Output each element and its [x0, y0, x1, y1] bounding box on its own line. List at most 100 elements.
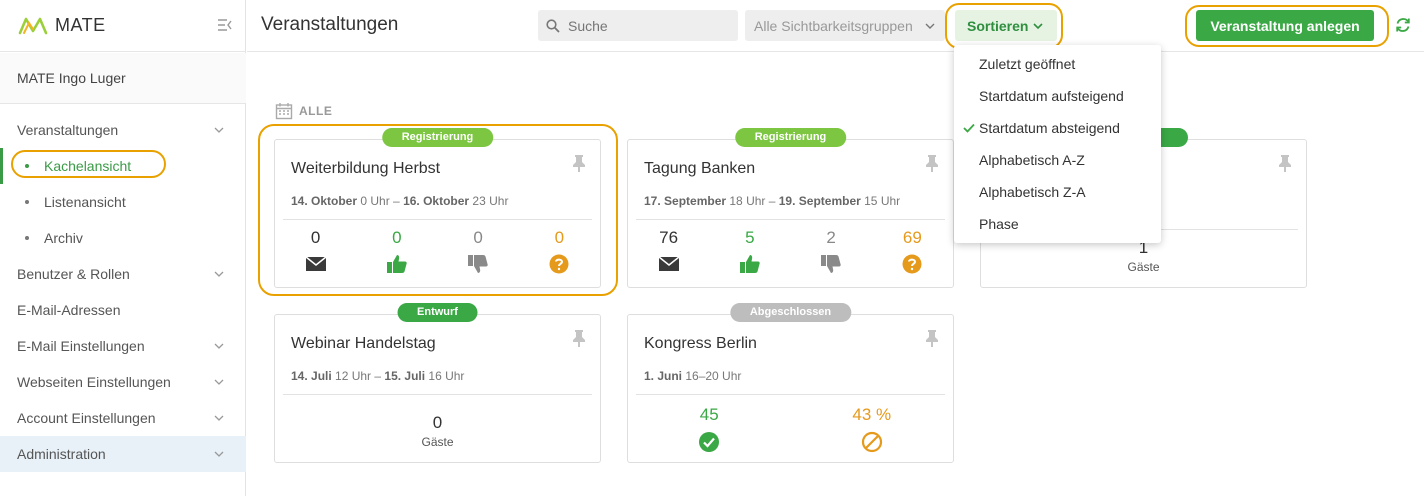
stat-value: 45: [699, 405, 719, 424]
sort-option-start-asc[interactable]: Startdatum aufsteigend: [954, 80, 1161, 112]
stat-pending[interactable]: 0: [519, 228, 600, 274]
pin-icon[interactable]: [572, 329, 586, 347]
event-dates: 14. Oktober 0 Uhr – 16. Oktober 23 Uhr: [291, 194, 508, 208]
divider: [283, 219, 592, 220]
pin-icon[interactable]: [572, 154, 586, 172]
brand[interactable]: MATE: [0, 0, 246, 52]
sidebar-item-account-einstellungen[interactable]: Account Einstellungen: [0, 400, 246, 436]
event-guests: 1 Gäste: [981, 238, 1306, 274]
stat-value: 43 %: [852, 405, 892, 424]
bullet-icon: [25, 164, 29, 168]
sidebar-subitem-listenansicht[interactable]: Listenansicht: [0, 184, 246, 220]
pin-icon[interactable]: [925, 154, 939, 172]
event-card[interactable]: Registrierung Weiterbildung Herbst 14. O…: [274, 128, 601, 288]
sidebar-item-label: Webseiten Einstellungen: [17, 374, 171, 390]
pin-icon[interactable]: [925, 329, 939, 347]
sidebar-subitem-kachelansicht[interactable]: Kachelansicht: [0, 148, 246, 184]
event-dates: 14. Juli 12 Uhr – 15. Juli 16 Uhr: [291, 369, 464, 383]
thumbs-up-icon: [386, 255, 407, 273]
stat-value: 5: [745, 228, 755, 247]
sidebar-item-email-adressen[interactable]: E-Mail-Adressen: [0, 292, 246, 328]
event-card[interactable]: Abgeschlossen Kongress Berlin 1. Juni 16…: [627, 303, 954, 463]
sidebar-subitem-archiv[interactable]: Archiv: [0, 220, 246, 256]
event-title: Kongress Berlin: [644, 335, 757, 352]
start-date: 14. Juli: [291, 369, 332, 383]
sidebar-subitem-label: Listenansicht: [44, 194, 126, 210]
no-show-icon: [861, 431, 882, 453]
visibility-group-value: Alle Sichtbarkeitsgruppen: [754, 17, 913, 34]
topbar: Veranstaltungen Alle Sichtbarkeitsgruppe…: [247, 0, 1424, 52]
start-date: 17. September: [644, 194, 727, 208]
sidebar-item-label: Veranstaltungen: [17, 122, 119, 138]
sort-option-label: Startdatum absteigend: [979, 120, 1120, 136]
stat-value: 0: [392, 228, 402, 247]
search-box[interactable]: [538, 10, 738, 41]
sidebar-item-benutzer-rollen[interactable]: Benutzer & Rollen: [0, 256, 246, 292]
search-input[interactable]: [568, 17, 728, 34]
sort-option-label: Alphabetisch A-Z: [979, 152, 1085, 168]
refresh-icon[interactable]: [1394, 16, 1412, 34]
chevron-down-icon: [214, 415, 224, 421]
sort-option-alpha-asc[interactable]: Alphabetisch A-Z: [954, 144, 1161, 176]
divider: [636, 219, 945, 220]
stat-accepted[interactable]: 0: [356, 228, 437, 274]
sort-option-start-desc[interactable]: Startdatum absteigend: [954, 112, 1161, 144]
create-event-button[interactable]: Veranstaltung anlegen: [1196, 10, 1374, 41]
sort-button[interactable]: Sortieren: [955, 10, 1057, 41]
sidebar-item-webseiten-einstellungen[interactable]: Webseiten Einstellungen: [0, 364, 246, 400]
pin-icon[interactable]: [1278, 154, 1292, 172]
envelope-icon: [305, 256, 327, 271]
stat-accepted[interactable]: 5: [709, 228, 790, 274]
sidebar-item-label: Benutzer & Rollen: [17, 266, 130, 282]
collapse-sidebar-icon[interactable]: [217, 17, 233, 33]
sort-option-label: Phase: [979, 216, 1019, 232]
sidebar-item-email-einstellungen[interactable]: E-Mail Einstellungen: [0, 328, 246, 364]
sidebar-nav: Veranstaltungen Kachelansicht Listenansi…: [0, 112, 246, 472]
status-badge: Registrierung: [734, 128, 847, 147]
checkmark-icon: [963, 123, 975, 133]
mate-logo-icon: [18, 17, 48, 34]
sidebar: MATE MATE Ingo Luger Veranstaltungen Kac…: [0, 0, 246, 496]
check-circle-icon: [699, 432, 720, 452]
stat-declined[interactable]: 0: [438, 228, 519, 274]
event-dates: 17. September 18 Uhr – 19. September 15 …: [644, 194, 900, 208]
stat-no-show[interactable]: 43 %: [791, 405, 954, 453]
sort-button-label: Sortieren: [967, 17, 1029, 34]
guests-label: Gäste: [1127, 260, 1160, 274]
event-stats: 76 5 2 69: [628, 228, 953, 274]
guests-count: 0: [432, 413, 443, 432]
sidebar-item-administration[interactable]: Administration: [0, 436, 246, 472]
stat-value: 0: [473, 228, 483, 247]
sort-menu: Zuletzt geöffnet Startdatum aufsteigend …: [954, 45, 1161, 243]
end-date: 19. September: [778, 194, 861, 208]
sort-option-phase[interactable]: Phase: [954, 208, 1161, 240]
bullet-icon: [25, 200, 29, 204]
stat-invited[interactable]: 76: [628, 228, 709, 274]
thumbs-up-icon: [739, 255, 760, 273]
sort-option-recent[interactable]: Zuletzt geöffnet: [954, 48, 1161, 80]
question-icon: [549, 254, 569, 274]
start-date: 14. Oktober: [291, 194, 358, 208]
sidebar-item-veranstaltungen[interactable]: Veranstaltungen: [0, 112, 246, 148]
event-title: Tagung Banken: [644, 160, 756, 177]
stat-attended[interactable]: 45: [628, 405, 791, 453]
end-date: 15. Juli: [384, 369, 426, 383]
visibility-group-select[interactable]: Alle Sichtbarkeitsgruppen: [745, 10, 945, 41]
end-time: 15 Uhr: [860, 194, 901, 208]
status-badge: Registrierung: [381, 128, 494, 147]
stat-declined[interactable]: 2: [791, 228, 872, 274]
search-icon: [546, 18, 560, 33]
status-badge: Abgeschlossen: [729, 303, 852, 322]
event-card[interactable]: Registrierung Tagung Banken 17. Septembe…: [627, 128, 954, 288]
event-card[interactable]: Entwurf Webinar Handelstag 14. Juli 12 U…: [274, 303, 601, 463]
stat-invited[interactable]: 0: [275, 228, 356, 274]
chevron-down-icon: [214, 343, 224, 349]
current-user[interactable]: MATE Ingo Luger: [0, 53, 246, 104]
sort-option-alpha-desc[interactable]: Alphabetisch Z-A: [954, 176, 1161, 208]
event-dates: 1. Juni 16–20 Uhr: [644, 369, 741, 383]
sidebar-subitem-label: Kachelansicht: [44, 158, 132, 174]
event-title: Webinar Handelstag: [291, 335, 436, 352]
event-time: 16–20 Uhr: [682, 369, 742, 383]
section-label: ALLE: [275, 102, 332, 120]
stat-pending[interactable]: 69: [872, 228, 953, 274]
